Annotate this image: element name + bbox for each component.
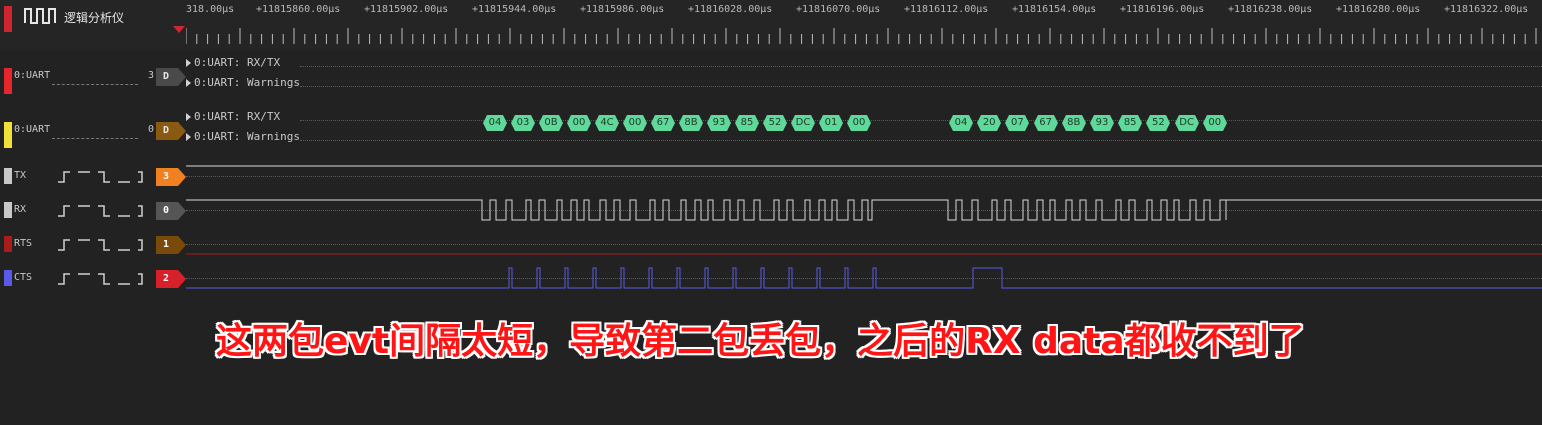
decoded-byte-badge[interactable]: 8B (679, 115, 703, 131)
decoded-byte-badge[interactable]: 03 (511, 115, 535, 131)
decoded-byte-text: 20 (982, 117, 996, 128)
decoded-byte-badge[interactable]: 07 (1005, 115, 1030, 131)
decoded-byte-badge[interactable]: 4C (595, 115, 619, 131)
decoded-byte-badge[interactable]: 00 (847, 115, 871, 131)
annotation-text: 这两包evt间隔太短，导致第二包丢包，之后的RX data都收不到了 (216, 321, 1305, 362)
cts-waveform (186, 267, 1542, 289)
decoded-byte-badge[interactable]: 52 (763, 115, 787, 131)
decoded-byte-text: 85 (740, 117, 754, 128)
decoded-byte-badge[interactable]: 67 (651, 115, 675, 131)
decoded-byte-badge[interactable]: 04 (483, 115, 507, 131)
decoded-byte-text: 93 (712, 117, 726, 128)
decoded-byte-text: 67 (1039, 117, 1052, 128)
decoded-byte-badge[interactable]: 8B (1061, 115, 1086, 131)
decoded-byte-text: 0B (544, 117, 558, 128)
decoded-byte-badge[interactable]: DC (1174, 115, 1199, 131)
decoded-byte-badge[interactable]: 52 (1146, 115, 1171, 131)
decoded-byte-text: 8B (1067, 117, 1081, 128)
decoded-byte-badge[interactable]: 00 (1202, 115, 1227, 131)
decoded-byte-text: 00 (1208, 117, 1222, 128)
decoded-byte-text: 01 (824, 117, 838, 128)
decoded-byte-text: 52 (768, 117, 782, 128)
decoded-byte-badge[interactable]: 04 (949, 115, 973, 131)
decoded-byte-badge[interactable]: 85 (735, 115, 759, 131)
decoded-byte-text: 52 (1152, 117, 1165, 128)
decoded-byte-text: 8B (684, 117, 698, 128)
decoded-byte-text: 04 (488, 117, 502, 128)
decoded-byte-text: 4C (600, 117, 614, 128)
decoded-byte-text: 04 (954, 117, 968, 128)
decoded-byte-badge[interactable]: 01 (819, 115, 843, 131)
decoded-byte-badge[interactable]: 0B (539, 115, 563, 131)
decoded-byte-text: DC (1179, 117, 1194, 128)
decoded-byte-badge[interactable]: 85 (1118, 115, 1143, 131)
decoded-byte-text: 07 (1011, 117, 1024, 128)
rx-waveform (186, 199, 1542, 221)
decoded-byte-badge[interactable]: DC (791, 115, 815, 131)
decoded-byte-badge[interactable]: 93 (1090, 115, 1114, 131)
decoded-byte-badge[interactable]: 67 (1033, 115, 1058, 131)
decoded-byte-text: 67 (656, 117, 670, 128)
decoded-byte-text: 00 (852, 117, 866, 128)
decoded-byte-badge[interactable]: 20 (977, 115, 1002, 131)
decoded-byte-text: 03 (516, 117, 530, 128)
decoded-byte-text: 85 (1123, 117, 1137, 128)
decoded-byte-badge[interactable]: 00 (567, 115, 591, 131)
decoded-byte-text: 93 (1095, 117, 1109, 128)
decoded-byte-text: 00 (572, 117, 586, 128)
decoded-byte-text: DC (795, 117, 811, 128)
decoded-byte-badge[interactable]: 00 (623, 115, 647, 131)
decoded-byte-badge[interactable]: 93 (707, 115, 731, 131)
decoded-byte-text: 00 (628, 117, 642, 128)
